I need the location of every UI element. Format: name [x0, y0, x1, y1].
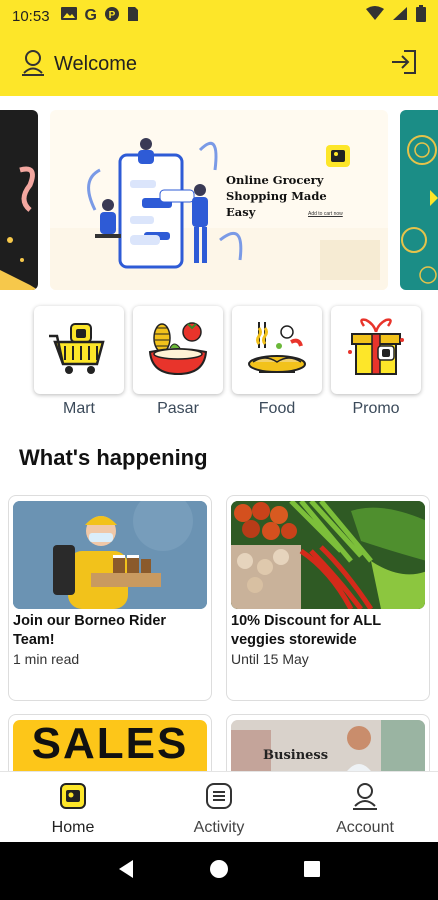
- category-label: Mart: [63, 400, 95, 417]
- gpay-icon: P: [104, 6, 120, 27]
- gallery-icon: [60, 6, 78, 26]
- section-title: What's happening: [19, 445, 208, 470]
- banner-cta-text[interactable]: Add to cart now: [308, 211, 343, 217]
- category-promo-tile[interactable]: [331, 306, 421, 394]
- news-card-veggies[interactable]: 10% Discount for ALL veggies storewide U…: [226, 495, 430, 701]
- category-pasar[interactable]: Pasar: [133, 306, 223, 418]
- account-icon: [351, 782, 379, 815]
- status-time: 10:53: [12, 7, 50, 25]
- battery-icon: [416, 5, 426, 27]
- shopping-basket-icon: [49, 320, 109, 381]
- status-system-icons: [366, 5, 426, 27]
- category-pasar-tile[interactable]: [133, 306, 223, 394]
- page-title: Welcome: [54, 52, 137, 75]
- news-card-rider[interactable]: Join our Borneo Rider Team! 1 min read: [8, 495, 212, 701]
- app-bar: Welcome: [0, 32, 438, 96]
- category-row: Mart Pasar Food Promo: [34, 306, 421, 418]
- card-title: Join our Borneo Rider Team!: [13, 613, 167, 648]
- wifi-icon: [366, 6, 384, 26]
- card-subtitle: Until 15 May: [231, 651, 309, 667]
- status-notification-icons: G P: [60, 6, 139, 27]
- gift-box-icon: [344, 317, 408, 383]
- status-bar: 10:53 G P: [0, 0, 438, 32]
- sales-text: SALES: [31, 720, 189, 768]
- noodles-icon: [245, 318, 309, 383]
- svg-text:P: P: [109, 10, 116, 21]
- bottom-navigation: Home Activity Account: [0, 771, 438, 842]
- veggies-image: [231, 501, 425, 609]
- back-icon[interactable]: [117, 859, 135, 884]
- promo-banner[interactable]: Online Grocery Shopping Made Easy Add to…: [50, 110, 388, 290]
- nav-label: Home: [51, 819, 95, 836]
- card-subtitle: 1 min read: [13, 651, 80, 667]
- card-title: 10% Discount for ALL veggies storewide: [231, 613, 381, 648]
- system-navigation-bar: [0, 842, 438, 900]
- category-mart[interactable]: Mart: [34, 306, 124, 418]
- vegetables-bowl-icon: [146, 318, 210, 383]
- category-label: Promo: [352, 400, 400, 417]
- nav-account[interactable]: Account: [292, 772, 438, 842]
- banner-peek-left[interactable]: [0, 110, 38, 290]
- category-promo[interactable]: Promo: [331, 306, 421, 418]
- banner-peek-right[interactable]: [400, 110, 438, 290]
- user-icon[interactable]: [20, 48, 46, 81]
- category-label: Pasar: [157, 400, 199, 417]
- nav-label: Activity: [193, 819, 245, 836]
- activity-icon: [205, 782, 233, 815]
- google-icon: G: [84, 7, 97, 24]
- category-food[interactable]: Food: [232, 306, 322, 418]
- nav-activity[interactable]: Activity: [146, 772, 292, 842]
- home-icon: [59, 782, 87, 815]
- category-food-tile[interactable]: [232, 306, 322, 394]
- recents-icon[interactable]: [303, 860, 321, 883]
- nav-label: Account: [336, 819, 394, 836]
- sim-card-icon: [127, 6, 139, 27]
- signal-icon: [392, 6, 408, 26]
- banner-carousel[interactable]: Online Grocery Shopping Made Easy Add to…: [0, 110, 438, 290]
- rider-image: [13, 501, 207, 609]
- home-circle-icon[interactable]: [209, 859, 229, 884]
- category-mart-tile[interactable]: [34, 306, 124, 394]
- nav-home[interactable]: Home: [0, 772, 146, 842]
- logout-icon[interactable]: [390, 49, 418, 80]
- business-text: Business: [263, 748, 329, 763]
- category-label: Food: [258, 400, 296, 417]
